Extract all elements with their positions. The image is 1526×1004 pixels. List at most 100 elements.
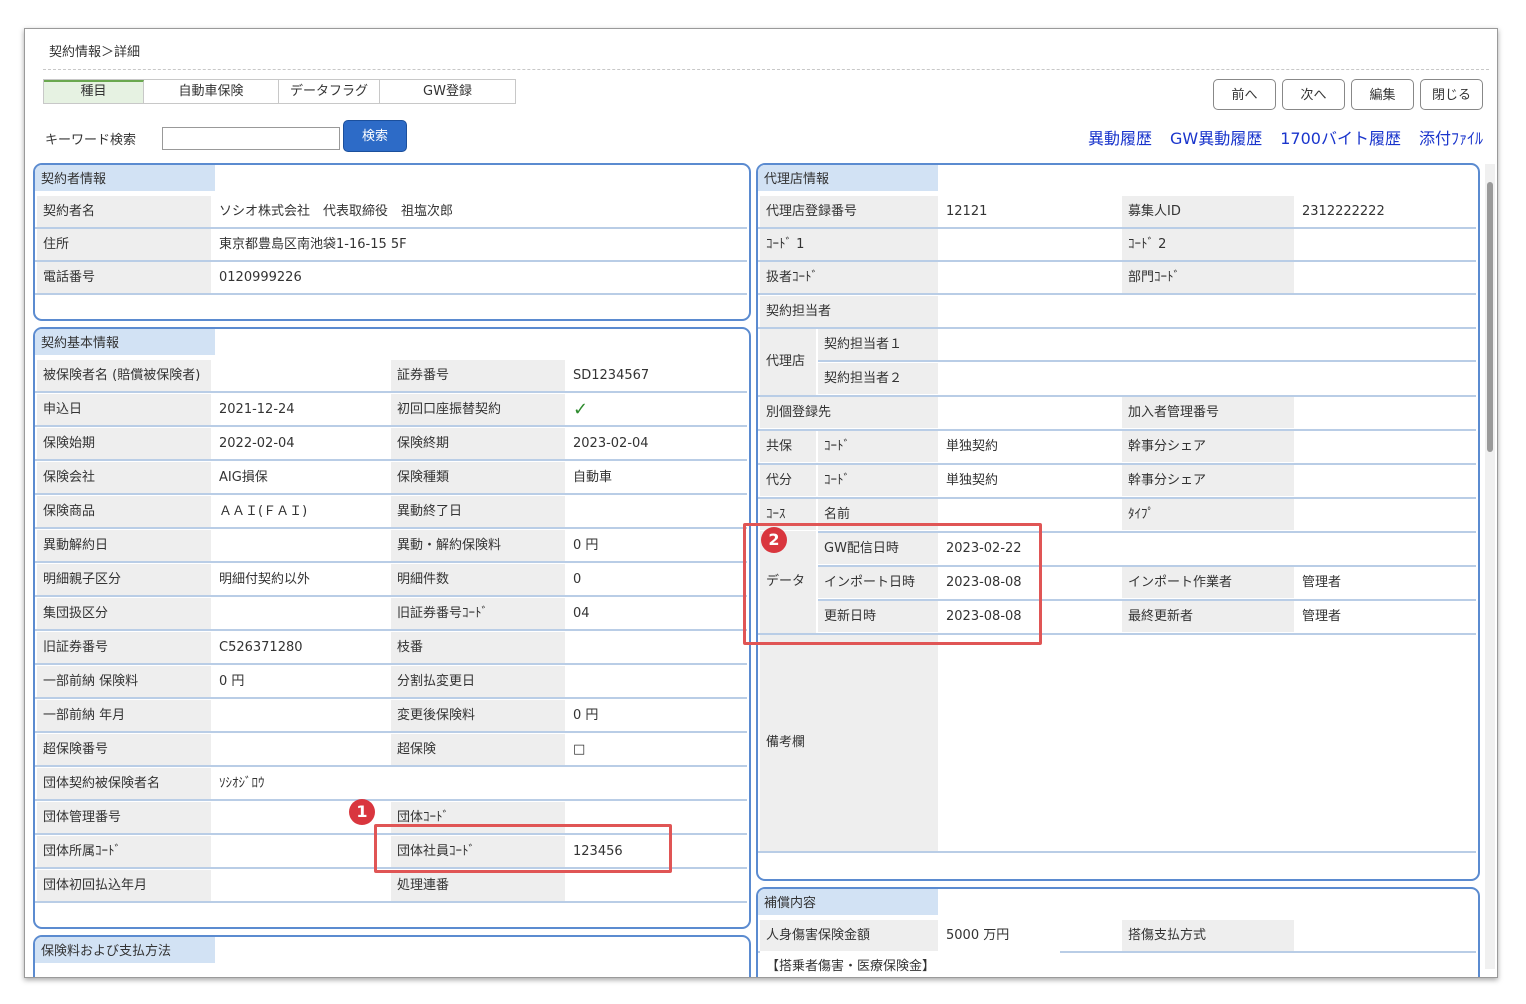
basic-row-1-col-3: ✓ bbox=[567, 394, 743, 425]
basic-row-2-col-2: 保険終期 bbox=[391, 428, 565, 459]
phone-value: 0120999226 bbox=[213, 262, 743, 293]
dept-code-label: 部門ｺｰﾄﾞ bbox=[1122, 262, 1294, 293]
basic-row-12-col-0: 団体契約被保険者名 bbox=[37, 768, 211, 799]
passenger-section-label: 【搭乗者傷害・医療保険金】 bbox=[760, 951, 1060, 977]
contractor-name-label: 契約者名 bbox=[37, 196, 211, 227]
row-divider bbox=[35, 799, 747, 801]
basic-row-4-col-0: 保険商品 bbox=[37, 496, 211, 527]
change-history-link[interactable]: 異動履歴 bbox=[1088, 125, 1152, 149]
basic-row-13-col-0: 団体管理番号 bbox=[37, 802, 211, 833]
row-divider bbox=[35, 663, 747, 665]
row-divider bbox=[35, 901, 747, 903]
basic-row-5-col-3: 0 円 bbox=[567, 530, 743, 561]
highlight-box-1 bbox=[374, 824, 672, 873]
recruiter-id-value: 2312222222 bbox=[1296, 196, 1476, 227]
basic-row-2-col-1: 2022-02-04 bbox=[213, 428, 387, 459]
basic-row-9-col-2: 分割払変更日 bbox=[391, 666, 565, 697]
agency-panel: 代理店情報 代理店登録番号 12121 募集人ID 2312222222 ｺｰﾄ… bbox=[756, 163, 1480, 881]
basic-row-9-col-0: 一部前納 保険料 bbox=[37, 666, 211, 697]
personal-injury-value: 5000 万円 bbox=[940, 920, 1120, 951]
basic-row-11-col-2: 超保険 bbox=[391, 734, 565, 765]
importer-value: 管理者 bbox=[1296, 567, 1476, 598]
basic-row-14-col-1 bbox=[213, 836, 387, 867]
keyword-search-label: キーワード検索 bbox=[45, 133, 137, 148]
coinsurance-value: 単独契約 bbox=[940, 431, 1120, 462]
basic-row-10-col-2: 変更後保険料 bbox=[391, 700, 565, 731]
person2-label: 契約担当者２ bbox=[818, 363, 938, 394]
search-button[interactable]: 検索 bbox=[343, 120, 407, 152]
basic-row-1-col-0: 申込日 bbox=[37, 394, 211, 425]
keyword-search-input[interactable] bbox=[162, 127, 340, 150]
highlight-box-2 bbox=[743, 523, 1042, 645]
remarks-label: 備考欄 bbox=[760, 635, 938, 851]
basic-row-15-col-0: 団体初回払込年月 bbox=[37, 870, 211, 901]
basic-row-14-col-0: 団体所属ｺｰﾄﾞ bbox=[37, 836, 211, 867]
basic-row-12-col-3 bbox=[567, 768, 743, 799]
basic-row-15-col-3 bbox=[567, 870, 743, 901]
contract-basic-title: 契約基本情報 bbox=[35, 329, 215, 357]
member-no-label: 加入者管理番号 bbox=[1122, 397, 1294, 428]
basic-row-0-col-1 bbox=[213, 360, 387, 391]
coinsurance-share-label: 幹事分シェア bbox=[1122, 431, 1294, 462]
1700-byte-history-link[interactable]: 1700バイト履歴 bbox=[1280, 125, 1401, 149]
basic-row-7-col-0: 集団扱区分 bbox=[37, 598, 211, 629]
person1-label: 契約担当者１ bbox=[818, 329, 938, 360]
basic-row-12-col-1: ｿｼｵｼﾞﾛｳ bbox=[213, 768, 387, 799]
coinsurance-code-label: ｺｰﾄﾞ bbox=[818, 431, 938, 462]
proxy-value: 単独契約 bbox=[940, 465, 1120, 496]
tab-data-flag[interactable]: データフラグ bbox=[279, 80, 380, 103]
scrollbar-thumb[interactable] bbox=[1487, 182, 1493, 452]
edit-button[interactable]: 編集 bbox=[1351, 79, 1414, 110]
basic-row-10-col-1 bbox=[213, 700, 387, 731]
type-label: ﾀｲﾌﾟ bbox=[1122, 499, 1294, 530]
tab-category[interactable]: 種目 bbox=[44, 80, 144, 103]
close-button[interactable]: 閉じる bbox=[1420, 79, 1483, 110]
basic-row-6-col-0: 明細親子区分 bbox=[37, 564, 211, 595]
contract-person-label: 契約担当者 bbox=[760, 296, 938, 327]
basic-row-5-col-0: 異動解約日 bbox=[37, 530, 211, 561]
personal-injury-label: 人身傷害保険金額 bbox=[760, 920, 938, 951]
tab-auto-insurance[interactable]: 自動車保険 bbox=[144, 80, 279, 103]
basic-row-1-col-1: 2021-12-24 bbox=[213, 394, 387, 425]
agency-title: 代理店情報 bbox=[758, 165, 938, 193]
payment-method-label: 搭傷支払方式 bbox=[1122, 920, 1294, 951]
updater-label: 最終更新者 bbox=[1122, 601, 1294, 632]
separate-reg-label: 別個登録先 bbox=[760, 397, 938, 428]
tab-gw-registration[interactable]: GW登録 bbox=[380, 80, 515, 103]
divider bbox=[43, 69, 1489, 70]
handler-code-label: 扱者ｺｰﾄﾞ bbox=[760, 262, 938, 293]
tab-bar: 種目 自動車保険 データフラグ GW登録 bbox=[43, 79, 516, 104]
row-divider bbox=[35, 765, 747, 767]
basic-row-6-col-2: 明細件数 bbox=[391, 564, 565, 595]
basic-row-6-col-3: 0 bbox=[567, 564, 743, 595]
history-links: 異動履歴 GW異動履歴 1700バイト履歴 添付ﾌｧｲﾙ bbox=[1088, 125, 1483, 149]
basic-row-3-col-3: 自動車 bbox=[567, 462, 743, 493]
basic-row-2-col-0: 保険始期 bbox=[37, 428, 211, 459]
contractor-name-value: ソシオ株式会社 代表取締役 祖塩次郎 bbox=[213, 196, 743, 227]
basic-row-7-col-3: 04 bbox=[567, 598, 743, 629]
gw-change-history-link[interactable]: GW異動履歴 bbox=[1170, 125, 1262, 149]
basic-row-3-col-1: AIG損保 bbox=[213, 462, 387, 493]
row-divider bbox=[35, 595, 747, 597]
basic-row-8-col-2: 枝番 bbox=[391, 632, 565, 663]
attachment-link[interactable]: 添付ﾌｧｲﾙ bbox=[1419, 125, 1483, 149]
next-button[interactable]: 次へ bbox=[1282, 79, 1345, 110]
row-divider bbox=[35, 391, 747, 393]
row-divider bbox=[35, 425, 747, 427]
row-divider bbox=[35, 527, 747, 529]
vertical-scrollbar[interactable] bbox=[1485, 164, 1495, 969]
coinsurance-label: 共保 bbox=[760, 431, 816, 462]
callout-badge-1: 1 bbox=[349, 799, 375, 825]
basic-row-8-col-1: C526371280 bbox=[213, 632, 387, 663]
recruiter-id-label: 募集人ID bbox=[1122, 196, 1294, 227]
proxy-share-label: 幹事分シェア bbox=[1122, 465, 1294, 496]
row-divider bbox=[35, 459, 747, 461]
payment-panel: 保険料および支払方法 bbox=[33, 935, 751, 977]
basic-row-11-col-3: □ bbox=[567, 734, 743, 765]
basic-row-3-col-0: 保険会社 bbox=[37, 462, 211, 493]
payment-title: 保険料および支払方法 bbox=[35, 937, 215, 965]
basic-row-5-col-2: 異動・解約保険料 bbox=[391, 530, 565, 561]
basic-row-15-col-2: 処理連番 bbox=[391, 870, 565, 901]
prev-button[interactable]: 前へ bbox=[1213, 79, 1276, 110]
basic-row-8-col-3 bbox=[567, 632, 743, 663]
